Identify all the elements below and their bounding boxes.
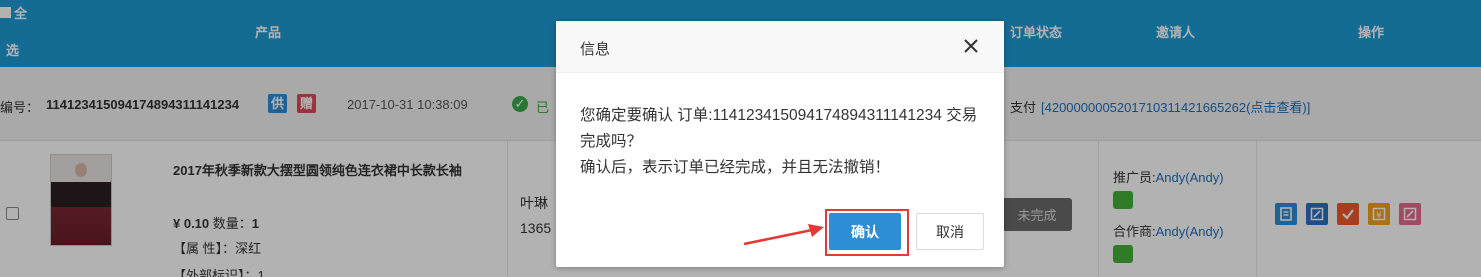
- confirm-button[interactable]: 确认: [829, 213, 901, 250]
- pointer-arrow-icon: [743, 224, 824, 246]
- dialog-message-line2: 确认后，表示订单已经完成，并且无法撤销！: [580, 159, 891, 176]
- close-icon[interactable]: [960, 35, 982, 57]
- dialog-header: 信息: [556, 21, 1004, 73]
- cancel-button[interactable]: 取消: [916, 213, 984, 250]
- dialog-title: 信息: [580, 41, 611, 58]
- dialog-message: 您确定要确认 订单:114123415094174894311141234 交易…: [580, 103, 985, 181]
- dialog-message-line1: 您确定要确认 订单:114123415094174894311141234 交易…: [580, 107, 978, 150]
